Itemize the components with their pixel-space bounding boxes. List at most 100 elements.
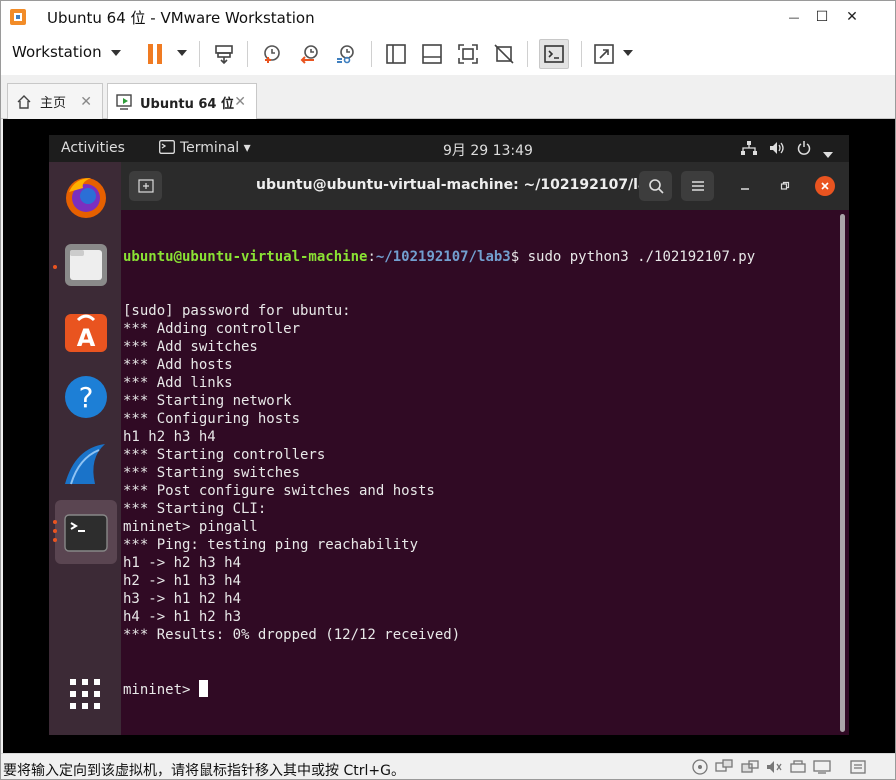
maximize-button[interactable]: ☐ <box>809 1 835 33</box>
status-message: 要将输入定向到该虚拟机，请将鼠标指针移入其中或按 Ctrl+G。 <box>3 763 405 779</box>
tab-home-close-icon[interactable]: ✕ <box>80 94 92 110</box>
home-icon <box>17 94 31 109</box>
terminal-window: ubuntu@ubuntu-virtual-machine: ~/1021921… <box>121 162 849 735</box>
title-bar: Ubuntu 64 位 - VMware Workstation — ☐ ✕ <box>1 1 895 33</box>
close-button[interactable]: ✕ <box>839 1 865 33</box>
send-ctrl-alt-del-button[interactable] <box>209 39 239 69</box>
library-view-button[interactable] <box>381 39 411 69</box>
send-keys-icon <box>215 45 233 65</box>
minimize-icon: — <box>788 10 800 24</box>
unity-mode-button[interactable] <box>489 39 519 69</box>
terminal-output-line: h1 h2 h3 h4 <box>123 429 216 445</box>
stretch-chevron-down-icon[interactable] <box>623 50 633 56</box>
terminal-output-line: *** Results: 0% dropped (12/12 received) <box>123 627 461 643</box>
mininet-prompt-line: mininet> <box>123 680 835 698</box>
snapshot-manager-icon <box>337 45 354 64</box>
tab-bar: 主页 ✕ Ubuntu 64 位 ✕ <box>1 75 895 120</box>
minimize-icon <box>741 188 749 190</box>
prompt-command: $ sudo python3 ./102192107.py <box>510 249 756 265</box>
terminal-close-button[interactable] <box>815 176 835 196</box>
revert-snapshot-icon <box>300 45 318 64</box>
prompt-user: ubuntu@ubuntu-virtual-machine <box>123 249 368 265</box>
text-cursor <box>198 680 208 697</box>
terminal-header-bar: ubuntu@ubuntu-virtual-machine: ~/1021921… <box>121 162 849 210</box>
window-title: Ubuntu 64 位 - VMware Workstation <box>47 9 315 27</box>
pause-icon <box>148 44 162 64</box>
tab-ubuntu-close-icon[interactable]: ✕ <box>234 94 246 110</box>
software-center-icon[interactable]: A <box>63 308 109 354</box>
vmware-window: Ubuntu 64 位 - VMware Workstation — ☐ ✕ W… <box>0 0 896 780</box>
snapshot-button[interactable] <box>257 39 287 69</box>
firefox-icon[interactable] <box>63 174 109 220</box>
vm-icon <box>116 94 132 110</box>
terminal-minimize-button[interactable] <box>735 176 755 196</box>
terminal-output[interactable]: ubuntu@ubuntu-virtual-machine:~/10219210… <box>123 210 835 735</box>
revert-snapshot-button[interactable] <box>295 39 325 69</box>
command-prompt-line: ubuntu@ubuntu-virtual-machine:~/10219210… <box>123 248 835 266</box>
network-icon[interactable] <box>741 141 757 159</box>
show-applications-icon[interactable] <box>67 676 103 712</box>
stretch-icon <box>594 44 614 64</box>
unity-icon <box>494 44 514 64</box>
console-icon <box>544 45 564 63</box>
terminal-output-line: h4 -> h1 h2 h3 <box>123 609 242 625</box>
status-bar: 要将输入定向到该虚拟机，请将鼠标指针移入其中或按 Ctrl+G。 <box>1 753 895 779</box>
cd-drive-icon[interactable] <box>691 759 709 775</box>
terminal-output-line: h3 -> h1 h2 h4 <box>123 591 242 607</box>
gnome-top-bar: Activities Terminal ▾ 9月 29 13:49 <box>49 135 849 162</box>
terminal-output-line: *** Add switches <box>123 339 258 355</box>
wireshark-icon[interactable] <box>63 442 109 488</box>
menu-button[interactable] <box>681 171 714 201</box>
tab-home[interactable]: 主页 ✕ <box>7 83 103 119</box>
terminal-output-line: *** Adding controller <box>123 321 301 337</box>
stretch-guest-button[interactable] <box>589 39 619 69</box>
power-icon[interactable] <box>797 141 811 159</box>
power-chevron-down-icon[interactable] <box>177 50 187 56</box>
usb-device-icon[interactable] <box>789 759 807 775</box>
help-icon[interactable]: ? <box>63 374 109 420</box>
sound-card-icon[interactable] <box>765 759 783 775</box>
terminal-output-line: *** Configuring hosts <box>123 411 301 427</box>
pause-button[interactable] <box>141 39 171 69</box>
new-tab-icon <box>137 179 154 193</box>
vm-display[interactable]: Activities Terminal ▾ 9月 29 13:49 A ? ub… <box>3 119 895 753</box>
terminal-output-line: *** Starting controllers <box>123 447 326 463</box>
clock[interactable]: 9月 29 13:49 <box>443 140 533 160</box>
maximize-icon: ☐ <box>815 9 829 25</box>
network-adapter-icon[interactable] <box>715 759 733 775</box>
full-screen-icon <box>458 44 478 64</box>
files-icon[interactable] <box>63 242 109 288</box>
tab-ubuntu[interactable]: Ubuntu 64 位 ✕ <box>107 83 257 120</box>
thumbnail-bar-button[interactable] <box>417 39 447 69</box>
search-icon <box>648 179 664 194</box>
app-menu[interactable]: Terminal ▾ <box>180 140 251 156</box>
terminal-maximize-button[interactable] <box>775 176 795 196</box>
activities-button[interactable]: Activities <box>61 140 125 156</box>
snapshot-manager-button[interactable] <box>331 39 361 69</box>
full-screen-button[interactable] <box>453 39 483 69</box>
system-menu-chevron-down-icon[interactable] <box>823 146 833 162</box>
tab-home-label: 主页 <box>40 96 67 111</box>
terminal-app-icon <box>159 140 175 156</box>
console-view-button[interactable] <box>539 39 569 69</box>
usb-network-icon[interactable] <box>741 759 759 775</box>
terminal-dock-icon[interactable] <box>63 510 109 556</box>
terminal-scrollbar[interactable] <box>840 214 845 732</box>
terminal-output-line: *** Add hosts <box>123 357 233 373</box>
volume-icon[interactable] <box>769 141 785 159</box>
terminal-output-line: *** Post configure switches and hosts <box>123 483 435 499</box>
workstation-menu-chevron-down-icon[interactable] <box>111 50 121 56</box>
terminal-output-line: mininet> pingall <box>123 519 258 535</box>
workstation-menu[interactable]: Workstation <box>12 43 102 61</box>
snapshot-icon <box>264 45 280 63</box>
display-icon[interactable] <box>813 759 831 775</box>
message-log-icon[interactable] <box>849 759 867 775</box>
terminal-output-line: *** Starting CLI: <box>123 501 267 517</box>
close-icon: ✕ <box>846 9 858 25</box>
minimize-button[interactable]: — <box>781 1 807 33</box>
search-button[interactable] <box>639 171 672 201</box>
new-tab-button[interactable] <box>129 171 162 201</box>
prompt-separator: : <box>367 249 376 265</box>
hamburger-icon <box>691 181 704 191</box>
terminal-title: ubuntu@ubuntu-virtual-machine: ~/1021921… <box>256 177 668 193</box>
